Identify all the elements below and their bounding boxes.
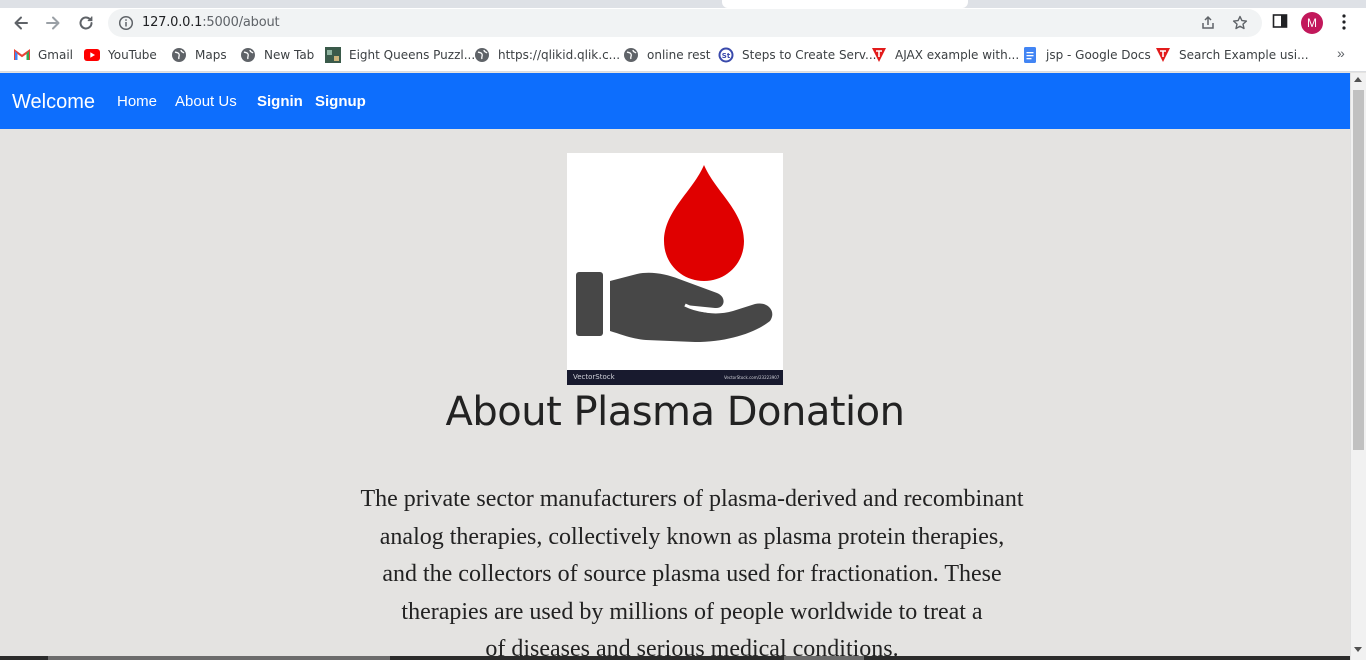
- hand-holding-blood-drop-icon: [576, 165, 773, 342]
- nav-link-home[interactable]: Home: [117, 93, 157, 110]
- red-t-icon: [871, 47, 887, 63]
- back-arrow-icon[interactable]: [8, 10, 34, 36]
- paragraph-line: therapies are used by millions of people…: [401, 598, 983, 625]
- reload-icon[interactable]: [73, 10, 99, 36]
- image-watermark-bar: VectorStock VectorStock.com/23223907: [567, 370, 783, 385]
- paragraph-line: and the collectors of source plasma used…: [382, 561, 1002, 587]
- page-scrollbar[interactable]: [1350, 73, 1366, 660]
- red-t-icon: [1155, 47, 1171, 63]
- bookmark-qlikid[interactable]: https://qlikid.qlik.c...: [474, 46, 620, 64]
- paragraph-line: The private sector manufacturers of plas…: [360, 486, 1024, 512]
- bookmark-ajax-example[interactable]: AJAX example with...: [871, 46, 1019, 64]
- address-bar[interactable]: 127.0.0.1:5000/about: [108, 9, 1262, 37]
- bookmark-jsp-google-docs[interactable]: jsp - Google Docs: [1022, 46, 1151, 64]
- bookmark-star-icon[interactable]: [1232, 15, 1248, 31]
- about-paragraph: The private sector manufacturers of plas…: [335, 481, 1049, 660]
- watermark-url: VectorStock.com/23223907: [724, 375, 780, 380]
- svg-text:St: St: [722, 52, 731, 60]
- scrollbar-thumb[interactable]: [1353, 90, 1364, 450]
- st-logo-icon: St: [718, 47, 734, 63]
- image-thumb-icon: [325, 47, 341, 63]
- bookmark-online-rest[interactable]: online rest: [623, 46, 710, 64]
- scroll-up-arrow-icon[interactable]: [1354, 77, 1362, 82]
- avatar[interactable]: M: [1301, 12, 1323, 34]
- bookmark-eight-queens[interactable]: Eight Queens Puzzl...: [325, 46, 475, 64]
- page-title: About Plasma Donation: [445, 389, 905, 435]
- bookmarks-bar: Gmail YouTube Maps New Tab Eight Queens …: [0, 38, 1366, 72]
- globe-icon: [171, 47, 187, 63]
- scroll-down-arrow-icon[interactable]: [1354, 647, 1362, 652]
- globe-icon: [474, 47, 490, 63]
- nav-link-signup[interactable]: Signup: [315, 93, 366, 110]
- page-viewport: Welcome Home About Us Signin Signup Vect…: [0, 73, 1350, 660]
- info-icon[interactable]: [118, 15, 134, 31]
- bookmark-search-example[interactable]: Search Example usi...: [1155, 46, 1309, 64]
- browser-toolbar: 127.0.0.1:5000/about M: [0, 8, 1366, 38]
- bookmark-youtube[interactable]: YouTube: [84, 46, 157, 64]
- site-navbar: Welcome Home About Us Signin Signup: [0, 73, 1350, 129]
- paragraph-line: analog therapies, collectively known as …: [379, 523, 1005, 550]
- bookmarks-overflow-button[interactable]: »: [1337, 45, 1345, 61]
- hero-image: VectorStock VectorStock.com/23223907: [567, 153, 783, 385]
- globe-icon: [240, 47, 256, 63]
- navbar-brand[interactable]: Welcome: [12, 91, 95, 114]
- bookmark-steps-create-serv[interactable]: St Steps to Create Serv...: [718, 46, 876, 64]
- bookmark-gmail[interactable]: Gmail: [14, 46, 73, 64]
- share-icon[interactable]: [1200, 15, 1216, 31]
- watermark-brand: VectorStock: [573, 373, 615, 381]
- nav-link-about-us[interactable]: About Us: [175, 93, 237, 110]
- kebab-menu-icon[interactable]: [1338, 13, 1350, 36]
- tab-strip: [0, 0, 1366, 8]
- active-tab[interactable]: [722, 0, 968, 8]
- google-docs-icon: [1022, 47, 1038, 63]
- globe-icon: [623, 47, 639, 63]
- address-url: 127.0.0.1:5000/about: [142, 15, 280, 30]
- forward-arrow-icon[interactable]: [40, 10, 66, 36]
- youtube-icon: [84, 47, 100, 63]
- bookmark-maps[interactable]: Maps: [171, 46, 227, 64]
- nav-link-signin[interactable]: Signin: [257, 93, 303, 110]
- bookmark-new-tab[interactable]: New Tab: [240, 46, 314, 64]
- gmail-icon: [14, 47, 30, 63]
- side-panel-icon[interactable]: [1272, 13, 1288, 34]
- taskbar-edge: [0, 656, 1350, 660]
